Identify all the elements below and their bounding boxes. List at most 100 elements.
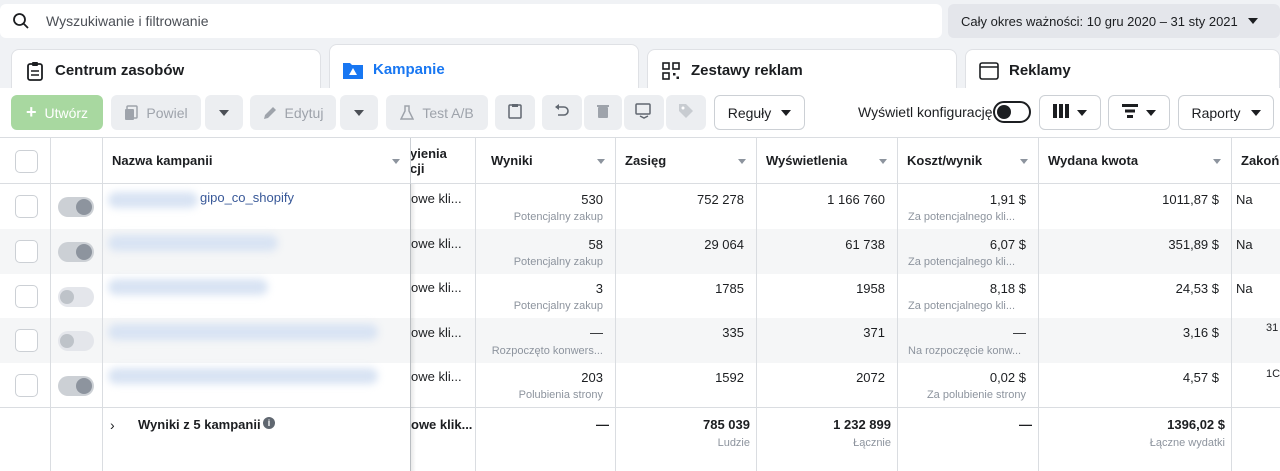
duplicate-label: Powiel — [146, 104, 188, 121]
row-checkbox[interactable] — [15, 329, 38, 352]
tab-ads[interactable]: Reklamy — [965, 49, 1280, 91]
campaign-name-link[interactable]: gipo_co_shopify — [200, 190, 294, 205]
create-button[interactable]: + Utwórz — [11, 95, 103, 130]
divider — [50, 138, 51, 471]
impressions-value: 61 738 — [845, 237, 885, 252]
sort-icon — [392, 159, 400, 164]
header-label-top: yienia — [410, 145, 447, 161]
header-results[interactable]: Wyniki — [475, 138, 615, 184]
sort-icon — [879, 159, 887, 164]
columns-button[interactable] — [1039, 95, 1101, 130]
redacted-name — [108, 192, 198, 208]
row-checkbox[interactable] — [15, 240, 38, 263]
reach-value: 335 — [722, 325, 744, 340]
breakdown-button[interactable] — [1108, 95, 1170, 130]
tab-label: Reklamy — [1009, 62, 1071, 79]
expand-chevron-icon[interactable]: › — [110, 417, 115, 433]
tab-ad-sets[interactable]: Zestawy reklam — [647, 49, 957, 91]
campaign-toggle[interactable] — [58, 287, 94, 307]
chevron-down-icon — [219, 109, 229, 116]
undo-icon — [554, 104, 570, 121]
results-value: 58 — [588, 237, 603, 252]
redacted-name — [108, 235, 278, 251]
tab-label: Kampanie — [373, 61, 445, 78]
edit-button[interactable]: Edytuj — [250, 95, 336, 130]
toggle-knob — [997, 105, 1011, 119]
tab-asset-center[interactable]: Centrum zasobów — [11, 49, 321, 91]
header-objective[interactable]: yienia cji — [410, 138, 475, 184]
header-label: Zasięg — [625, 153, 667, 168]
end-date-value: Na — [1236, 192, 1253, 207]
rules-dropdown[interactable]: Reguły — [714, 95, 805, 130]
duplicate-dropdown[interactable] — [205, 95, 243, 130]
info-icon[interactable]: i — [263, 417, 275, 429]
header-label: Wyniki — [491, 153, 533, 168]
sort-icon — [1213, 159, 1221, 164]
end-date-value: 1C — [1266, 368, 1280, 380]
campaign-toggle[interactable] — [58, 242, 94, 262]
campaign-toggle[interactable] — [58, 376, 94, 396]
results-value: 203 — [581, 370, 603, 385]
row-checkbox[interactable] — [15, 285, 38, 308]
end-date-value: Na — [1236, 281, 1253, 296]
header-cost[interactable]: Koszt/wynik — [897, 138, 1038, 184]
tag-button[interactable] — [666, 95, 706, 130]
plus-icon: + — [25, 102, 37, 122]
duplicate-button[interactable]: Powiel — [111, 95, 201, 130]
end-date-value: 31 — [1266, 322, 1279, 334]
campaign-toggle[interactable] — [58, 197, 94, 217]
flask-icon — [400, 104, 415, 121]
header-reach[interactable]: Zasięg — [615, 138, 756, 184]
row-checkbox[interactable] — [15, 195, 38, 218]
summary-reach: 785 039 — [703, 417, 750, 432]
results-type: Rozpoczęto konwers... — [491, 345, 603, 357]
toggle-knob — [60, 290, 74, 304]
header-impressions[interactable]: Wyświetlenia — [756, 138, 897, 184]
search-bar[interactable]: Wyszukiwanie i filtrowanie — [0, 4, 942, 38]
results-type: Potencjalny zakup — [513, 256, 603, 268]
spend-value: 4,57 $ — [1182, 370, 1219, 385]
tab-campaigns[interactable]: Kampanie — [329, 44, 639, 94]
delete-button[interactable] — [584, 95, 622, 130]
tag-icon — [678, 103, 694, 122]
date-range-picker[interactable]: Cały okres ważności: 10 gru 2020 – 31 st… — [948, 4, 1280, 38]
sort-icon — [597, 159, 605, 164]
header-label: Wyświetlenia — [766, 153, 848, 168]
breakdown-icon — [1122, 104, 1138, 121]
chevron-down-icon — [1146, 109, 1156, 116]
edit-label: Edytuj — [284, 104, 324, 121]
edit-dropdown[interactable] — [340, 95, 378, 130]
results-value: — — [590, 325, 603, 340]
search-input[interactable]: Wyszukiwanie i filtrowanie — [46, 13, 208, 29]
show-settings-toggle[interactable] — [993, 101, 1031, 123]
reach-value: 1592 — [715, 370, 744, 385]
impressions-value: 2072 — [856, 370, 885, 385]
clipboard-button[interactable] — [495, 95, 535, 130]
header-label: Nazwa kampanii — [112, 153, 213, 168]
reports-dropdown[interactable]: Raporty — [1178, 95, 1274, 130]
ab-test-label: Test A/B — [422, 104, 474, 121]
header-end-date[interactable]: Zakoń — [1231, 138, 1280, 184]
header-spend[interactable]: Wydana kwota — [1038, 138, 1231, 184]
show-settings-label: Wyświetl konfigurację — [858, 104, 993, 120]
summary-objective: owe klik... — [411, 417, 473, 432]
results-type: Potencjalny zakup — [513, 300, 603, 312]
select-all-header — [0, 138, 50, 184]
ab-test-button[interactable]: Test A/B — [386, 95, 488, 130]
redacted-name — [108, 324, 378, 340]
preview-button[interactable] — [624, 95, 664, 130]
redacted-name — [108, 279, 268, 295]
undo-button[interactable] — [542, 95, 582, 130]
summary-spend-unit: Łączne wydatki — [1149, 437, 1225, 449]
header-campaign-name[interactable]: Nazwa kampanii — [102, 138, 410, 184]
header-label: Wydana kwota — [1048, 153, 1139, 168]
campaign-toggle[interactable] — [58, 331, 94, 351]
clipboard-icon — [24, 60, 46, 82]
tab-label: Centrum zasobów — [55, 62, 185, 79]
header-label-bottom: cji — [410, 160, 425, 176]
results-type: Polubienia strony — [518, 389, 603, 401]
row-checkbox[interactable] — [15, 374, 38, 397]
impressions-value: 1958 — [856, 281, 885, 296]
toggle-knob — [60, 334, 74, 348]
select-all-checkbox[interactable] — [15, 150, 38, 173]
